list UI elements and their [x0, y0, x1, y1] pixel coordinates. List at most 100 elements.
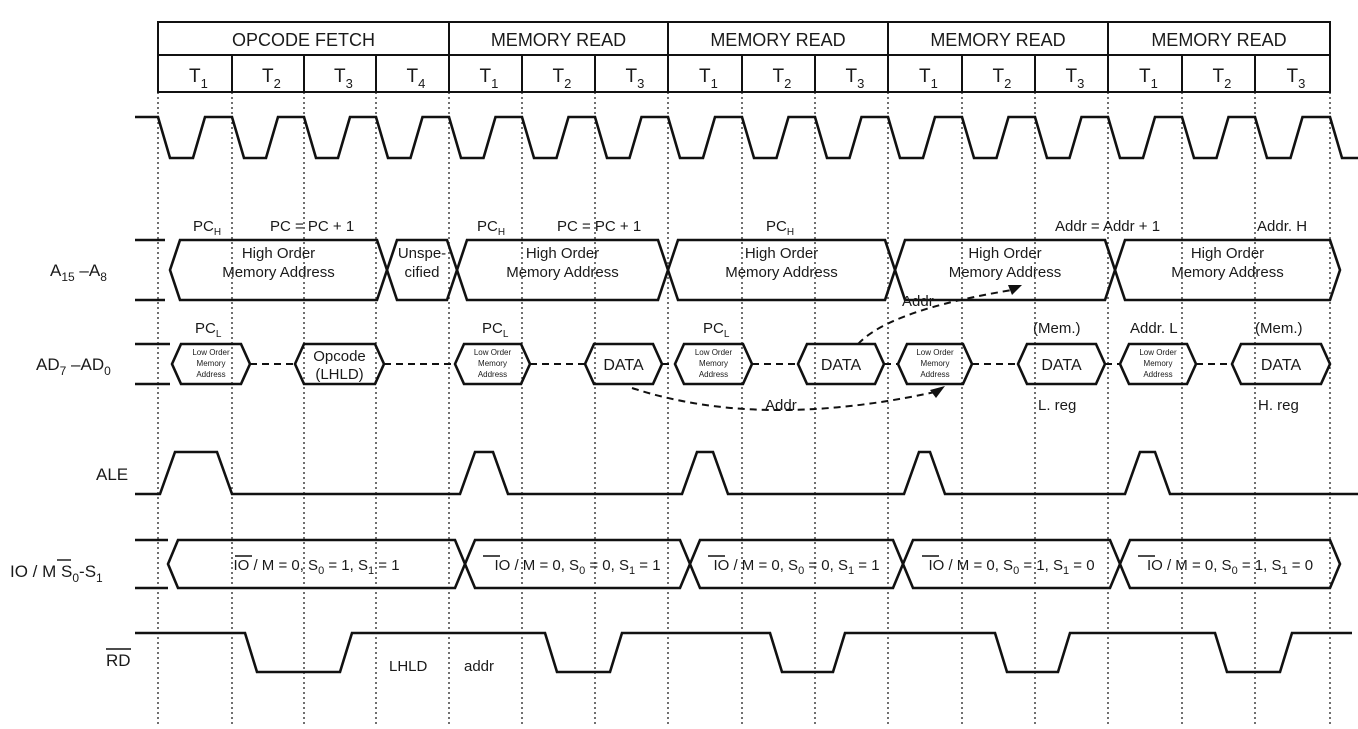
- segment-text: DATA: [603, 357, 644, 374]
- status-bus: IO / M = 0, S0 = 1, S1 = 1 IO / M = 0, S0…: [135, 538, 1342, 590]
- clock-waveform: [135, 115, 1358, 160]
- timing-diagram: OPCODE FETCHT1 T2 T3 T4MEMORY READT1 T2 T3MEM…: [10, 21, 1358, 725]
- t-state-label: T2: [993, 66, 1012, 91]
- arrow-head-high: [1008, 285, 1022, 295]
- t-state-label: T4: [407, 66, 426, 91]
- annotation-addr-arrow-low: Addr: [765, 397, 797, 414]
- ale-line: [135, 450, 1358, 496]
- clock-line: [135, 115, 1358, 160]
- segment-text: Address: [699, 370, 728, 379]
- machine-cycle-header: OPCODE FETCHT1 T2 T3 T4MEMORY READT1 T2 T3MEM…: [157, 21, 1331, 93]
- t-state-label: T1: [699, 66, 718, 91]
- t-state-label: T1: [919, 66, 938, 91]
- segment-text: High Order: [968, 245, 1041, 262]
- segment-text: High Order: [745, 245, 818, 262]
- segment-text: Address: [920, 370, 949, 379]
- annotation-l-reg: L. reg: [1038, 397, 1076, 414]
- segment-text: Address: [196, 370, 225, 379]
- segment-text: Memory: [1144, 359, 1173, 368]
- segment-text: Memory: [478, 359, 507, 368]
- annotation-pcl-2: PCL: [482, 320, 509, 340]
- svg-text:RD: RD: [106, 651, 131, 670]
- machine-cycle-label: OPCODE FETCH: [232, 30, 375, 50]
- signal-labels: A15 –A8 AD7 –AD0 ALE IO / M S0-S1 RD: [10, 261, 131, 670]
- status-text: IO / M = 0, S0 = 0, S1 = 1: [713, 557, 879, 577]
- t-state-label: T3: [846, 66, 865, 91]
- t-state-label: T3: [626, 66, 645, 91]
- segment-text: High Order: [526, 245, 599, 262]
- segment-text: Low Order: [1139, 348, 1177, 357]
- ale-waveform: [135, 450, 1358, 496]
- svg-text:IO / M S0-S1: IO / M S0-S1: [10, 562, 103, 585]
- segment-text: Memory: [921, 359, 950, 368]
- signal-label-a15-a8: A15 –A8: [50, 261, 107, 284]
- segment-text: Memory Address: [1171, 264, 1284, 281]
- arrow-head-low: [930, 386, 945, 398]
- annotation-pcl-3: PCL: [703, 320, 730, 340]
- segment-text: Address: [478, 370, 507, 379]
- machine-cycle-label: MEMORY READ: [491, 30, 626, 50]
- segment-text: cified: [404, 264, 439, 281]
- annotation-pcl-1: PCL: [195, 320, 222, 340]
- segment-text: Low Order: [474, 348, 512, 357]
- segment-text: DATA: [1041, 357, 1082, 374]
- annotations: PCH PC = PC + 1 PCH PC = PC + 1 PCH Addr…: [193, 218, 1307, 675]
- annotation-pc-inc-2: PC = PC + 1: [557, 218, 641, 235]
- segment-text: High Order: [242, 245, 315, 262]
- annotation-mem-2: (Mem.): [1255, 320, 1303, 337]
- segment-text: Memory Address: [725, 264, 838, 281]
- annotation-mem-1: (Mem.): [1033, 320, 1081, 337]
- segment-text: Memory: [699, 359, 728, 368]
- segment-text: Low Order: [192, 348, 230, 357]
- annotation-pc-inc-1: PC = PC + 1: [270, 218, 354, 235]
- t-state-label: T1: [480, 66, 499, 91]
- segment-text: Unspe-: [398, 245, 446, 262]
- status-text: IO / M = 0, S0 = 1, S1 = 0: [1147, 557, 1313, 577]
- status-text: IO / M = 0, S0 = 1, S1 = 1: [233, 557, 399, 577]
- annotation-addr-l: Addr. L: [1130, 320, 1178, 337]
- segment-text: Address: [1143, 370, 1172, 379]
- segment-text: Low Order: [916, 348, 954, 357]
- signal-label-ad7-ad0: AD7 –AD0: [36, 355, 111, 378]
- segment-text: Memory Address: [506, 264, 619, 281]
- segment-text: DATA: [1261, 357, 1302, 374]
- annotation-pch-1: PCH: [193, 218, 221, 238]
- ad7-ad0-bus: Low Order Memory Address Opcode(LHLD) Low Or…: [135, 342, 1332, 386]
- segment-text: Memory: [197, 359, 226, 368]
- signal-label-rd: RD: [106, 648, 131, 670]
- segment-text: DATA: [821, 357, 862, 374]
- status-text: IO / M = 0, S0 = 1, S1 = 0: [928, 557, 1094, 577]
- bus-lead-in: [135, 238, 165, 302]
- annotation-addr-h: Addr. H: [1257, 218, 1307, 235]
- annotation-pch-3: PCH: [766, 218, 794, 238]
- segment-text: High Order: [1191, 245, 1264, 262]
- annotation-lhld: LHLD: [389, 658, 428, 675]
- machine-cycle-label: MEMORY READ: [1151, 30, 1286, 50]
- segment-text: Memory Address: [222, 264, 335, 281]
- bus-lead-in: [135, 538, 168, 590]
- annotation-h-reg: H. reg: [1258, 397, 1299, 414]
- t-state-label: T2: [773, 66, 792, 91]
- signal-label-io-m-status: IO / M S0-S1: [10, 559, 103, 585]
- segment-text: (LHLD): [315, 366, 363, 383]
- t-state-label: T3: [334, 66, 353, 91]
- segment-text: Opcode: [313, 348, 366, 365]
- t-state-label: T3: [1066, 66, 1085, 91]
- machine-cycle-label: MEMORY READ: [930, 30, 1065, 50]
- rd-line: [135, 631, 1352, 674]
- annotation-addr-inc: Addr = Addr + 1: [1055, 218, 1160, 235]
- t-state-label: T2: [1213, 66, 1232, 91]
- rd-waveform: [135, 631, 1352, 674]
- annotation-addr-arrow-high: Addr: [902, 293, 934, 310]
- annotation-rd-addr: addr: [464, 658, 494, 675]
- segment-text: Memory Address: [949, 264, 1062, 281]
- annotation-pch-2: PCH: [477, 218, 505, 238]
- segment-text: Low Order: [695, 348, 733, 357]
- t-state-label: T2: [553, 66, 572, 91]
- machine-cycle-label: MEMORY READ: [710, 30, 845, 50]
- t-state-label: T3: [1287, 66, 1306, 91]
- addr-arrow-high: [857, 289, 1013, 345]
- bus-lead-in: [135, 342, 170, 386]
- a15-a8-bus: High Order Memory Address Unspe-cified High…: [135, 238, 1342, 302]
- t-state-label: T1: [1139, 66, 1158, 91]
